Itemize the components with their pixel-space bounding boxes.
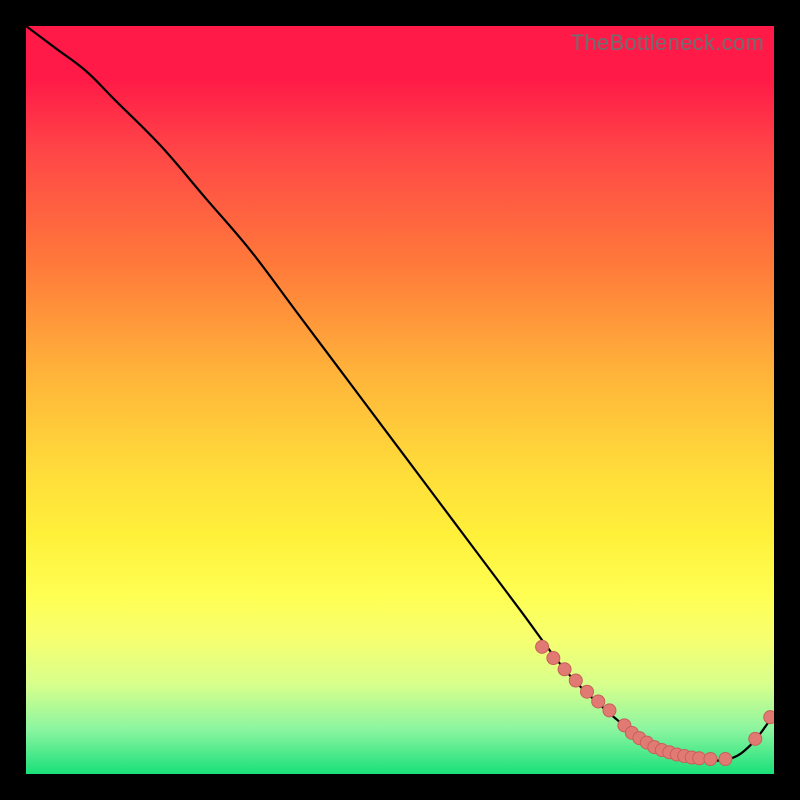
- data-marker: [719, 753, 732, 766]
- data-marker: [749, 732, 762, 745]
- data-marker: [569, 674, 582, 687]
- watermark-text: TheBottleneck.com: [571, 30, 764, 56]
- data-marker: [704, 753, 717, 766]
- bottleneck-curve: [26, 26, 774, 761]
- data-marker: [558, 663, 571, 676]
- data-marker: [581, 685, 594, 698]
- data-marker: [764, 711, 774, 724]
- data-marker: [536, 640, 549, 653]
- chart-overlay: [26, 26, 774, 774]
- plot-area: TheBottleneck.com: [26, 26, 774, 774]
- chart-container: TheBottleneck.com: [0, 0, 800, 800]
- data-marker: [547, 652, 560, 665]
- markers-group: [536, 640, 774, 765]
- data-marker: [603, 704, 616, 717]
- data-marker: [592, 695, 605, 708]
